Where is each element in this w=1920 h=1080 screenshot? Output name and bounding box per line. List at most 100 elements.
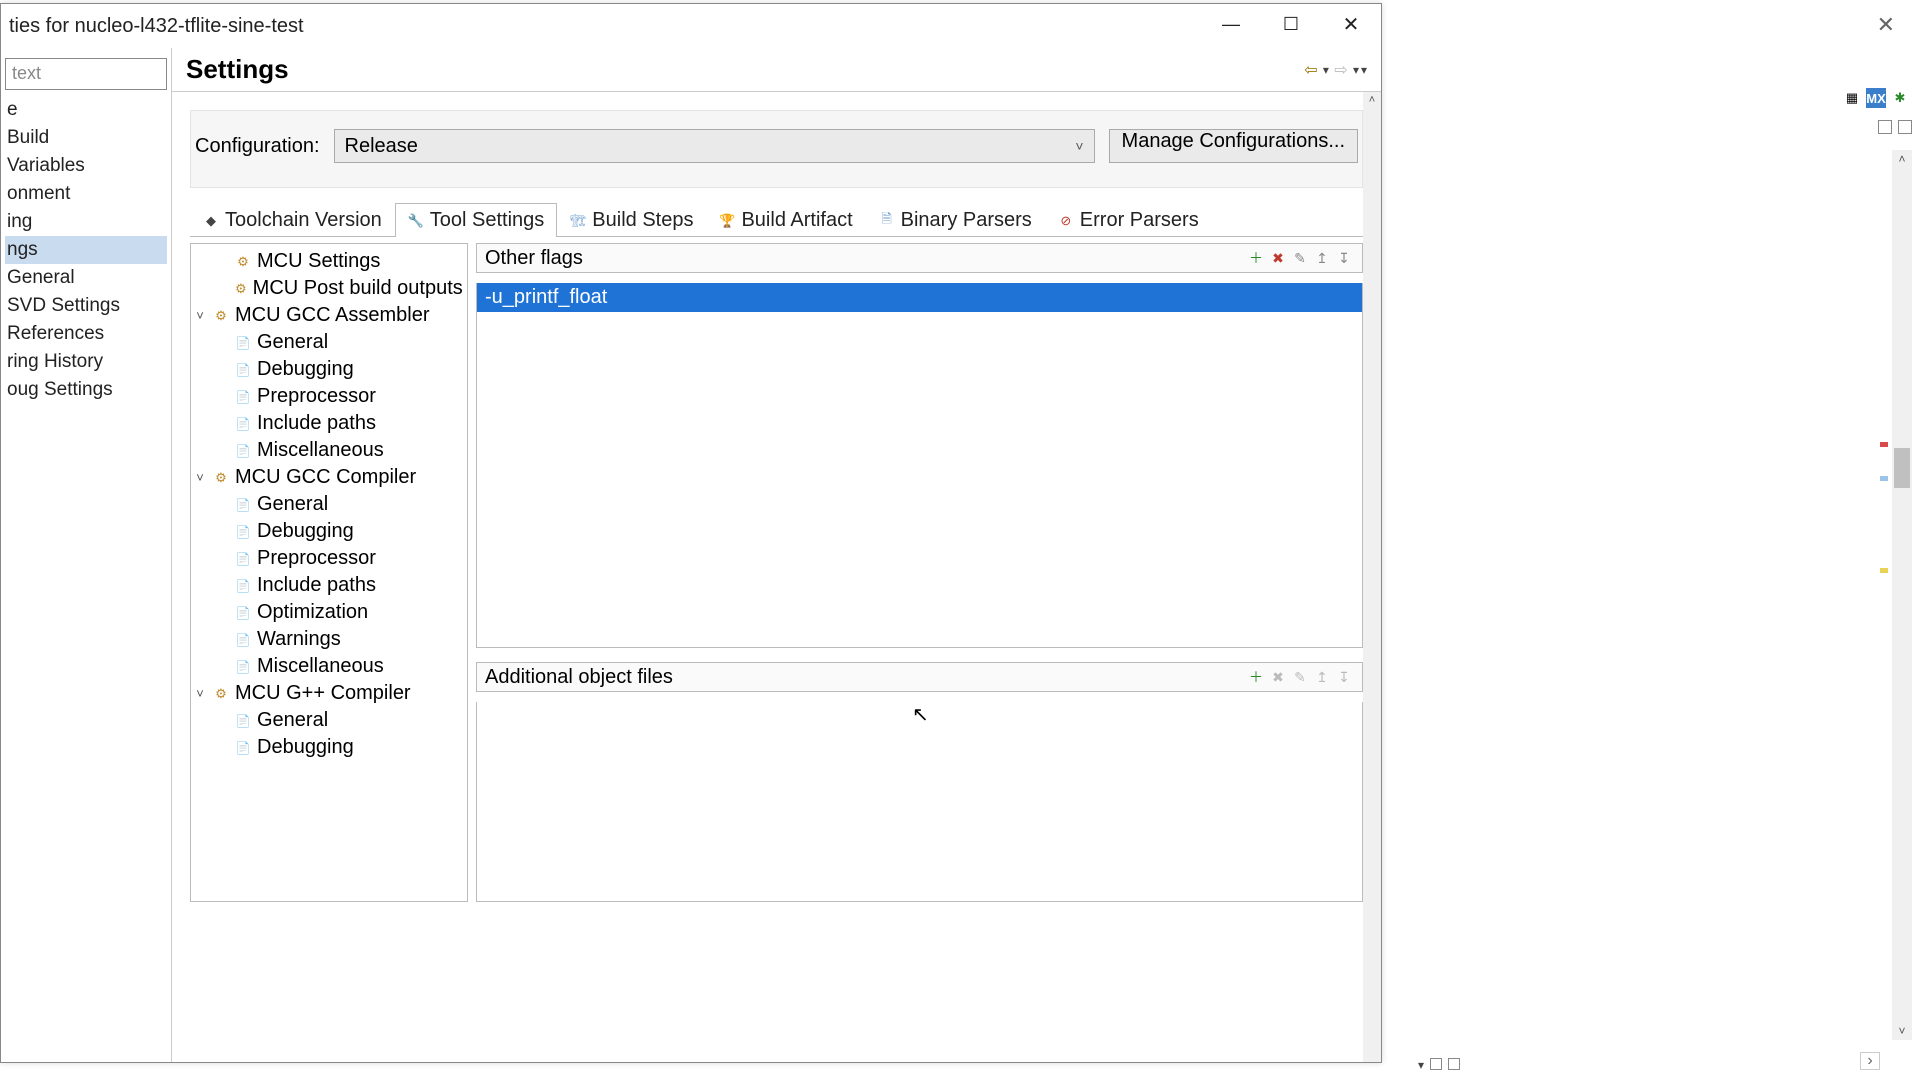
tab-build-artifact[interactable]: 🏆Build Artifact xyxy=(706,203,865,237)
page-icon xyxy=(235,605,251,621)
tree-item[interactable]: Miscellaneous xyxy=(191,653,467,680)
sidebar-item[interactable]: Build xyxy=(5,124,167,152)
addl-move-up-icon[interactable]: ↥ xyxy=(1312,667,1332,687)
tree-item[interactable]: General xyxy=(191,329,467,356)
sidebar-item[interactable]: oug Settings xyxy=(5,376,167,404)
sidebar-item[interactable]: onment xyxy=(5,180,167,208)
warn-marker-icon[interactable] xyxy=(1880,568,1888,573)
addl-add-entry-icon[interactable]: ＋ xyxy=(1246,667,1266,687)
page-icon xyxy=(235,497,251,513)
configuration-row: Configuration: Release ˅ Manage Configur… xyxy=(190,110,1363,188)
error-marker-icon[interactable] xyxy=(1880,442,1888,447)
page-icon xyxy=(235,443,251,459)
tree-item[interactable]: General xyxy=(191,707,467,734)
outer-close-icon[interactable]: ✕ xyxy=(1877,12,1895,38)
sidebar-item[interactable]: SVD Settings xyxy=(5,292,167,320)
tree-item[interactable]: MCU Settings xyxy=(191,248,467,275)
sidebar-item[interactable]: e xyxy=(5,96,167,124)
settings-tabs: ◆Toolchain Version🔧Tool Settings🏗Build S… xyxy=(190,202,1363,237)
tab-error-parsers[interactable]: ⊘Error Parsers xyxy=(1045,203,1212,237)
sidebar-item[interactable]: ring History xyxy=(5,348,167,376)
sidebar-item[interactable]: Variables xyxy=(5,152,167,180)
addl-edit-entry-icon[interactable]: ✎ xyxy=(1290,667,1310,687)
filter-input[interactable]: text xyxy=(5,58,167,90)
outer-vertical-scrollbar[interactable]: ˄ ˅ xyxy=(1892,150,1912,1040)
other-flags-list[interactable]: -u_printf_float xyxy=(476,283,1363,648)
delete-entry-icon[interactable]: ✖ xyxy=(1268,248,1288,268)
add-entry-icon[interactable]: ＋ xyxy=(1246,248,1266,268)
tree-item[interactable]: Preprocessor xyxy=(191,545,467,572)
window-maximize-button[interactable] xyxy=(1261,4,1321,44)
outer-scroll-right-icon[interactable]: › xyxy=(1860,1052,1880,1070)
nav-forward-menu-icon[interactable]: ▾ xyxy=(1353,63,1359,77)
nav-forward-icon[interactable]: ⇨ xyxy=(1331,60,1351,80)
sidebar-item[interactable]: ing xyxy=(5,208,167,236)
nav-back-menu-icon[interactable]: ▾ xyxy=(1323,63,1329,77)
move-down-icon[interactable]: ↧ xyxy=(1334,248,1354,268)
mx-icon[interactable]: MX xyxy=(1866,88,1886,108)
scroll-up-icon[interactable]: ˄ xyxy=(1892,150,1912,168)
scroll-down-icon[interactable]: ˅ xyxy=(1892,1022,1912,1040)
bug-icon[interactable]: ✱ xyxy=(1890,88,1910,108)
tab-binary-parsers[interactable]: 🗎Binary Parsers xyxy=(866,203,1045,237)
tree-item[interactable]: Include paths xyxy=(191,572,467,599)
statusbar-dropdown-icon[interactable]: ▾ xyxy=(1418,1058,1424,1072)
page-icon xyxy=(235,713,251,729)
sidebar-item[interactable]: References xyxy=(5,320,167,348)
addl-move-down-icon[interactable]: ↧ xyxy=(1334,667,1354,687)
tree-item[interactable]: Warnings xyxy=(191,626,467,653)
tool-tree[interactable]: MCU SettingsMCU Post build outputs˅MCU G… xyxy=(190,243,468,902)
addl-obj-title: Additional object files xyxy=(485,666,673,689)
list-item[interactable]: -u_printf_float xyxy=(477,283,1362,312)
move-up-icon[interactable]: ↥ xyxy=(1312,248,1332,268)
perspective-icon[interactable]: ▦ xyxy=(1842,88,1862,108)
tree-label: MCU GCC Compiler xyxy=(235,466,416,489)
tree-item[interactable]: ˅MCU GCC Assembler xyxy=(191,302,467,329)
tree-item[interactable]: Include paths xyxy=(191,410,467,437)
sidebar-item[interactable]: General xyxy=(5,264,167,292)
tree-item[interactable]: Optimization xyxy=(191,599,467,626)
info-marker-icon[interactable] xyxy=(1880,476,1888,481)
window-minimize-button[interactable] xyxy=(1201,4,1261,44)
addl-delete-entry-icon[interactable]: ✖ xyxy=(1268,667,1288,687)
edit-entry-icon[interactable]: ✎ xyxy=(1290,248,1310,268)
nav-back-icon[interactable]: ⇦ xyxy=(1301,60,1321,80)
tab-toolchain-version[interactable]: ◆Toolchain Version xyxy=(190,203,395,237)
sidebar-item[interactable]: ngs xyxy=(5,236,167,264)
tree-twisty-icon[interactable]: ˅ xyxy=(193,308,207,323)
tree-item[interactable]: General xyxy=(191,491,467,518)
tree-item[interactable]: ˅ MCU GCC Compiler xyxy=(191,464,467,491)
maximize-view-icon[interactable] xyxy=(1898,120,1912,134)
manage-configurations-button[interactable]: Manage Configurations... xyxy=(1109,129,1358,163)
statusbar-restore-icon[interactable] xyxy=(1430,1058,1442,1070)
tree-item[interactable]: Debugging xyxy=(191,518,467,545)
nav-view-menu-icon[interactable]: ▾ xyxy=(1361,63,1367,77)
scroll-track[interactable] xyxy=(1892,168,1912,1022)
window-close-button[interactable] xyxy=(1321,4,1381,44)
addl-obj-list[interactable] xyxy=(476,702,1363,902)
tree-twisty-icon[interactable]: ˅ xyxy=(193,470,207,485)
scroll-thumb[interactable] xyxy=(1894,448,1910,488)
tab-icon: ◆ xyxy=(203,213,219,229)
content-scroll-up-icon[interactable]: ˄ xyxy=(1363,92,1381,108)
tree-label: Miscellaneous xyxy=(257,439,384,462)
configuration-select[interactable]: Release ˅ xyxy=(334,129,1095,163)
tree-item[interactable]: ˅MCU G++ Compiler xyxy=(191,680,467,707)
tree-label: Optimization xyxy=(257,601,368,624)
dialog-titlebar[interactable]: ties for nucleo-l432-tflite-sine-test xyxy=(1,4,1381,48)
tree-item[interactable]: Debugging xyxy=(191,356,467,383)
tree-item[interactable]: Miscellaneous xyxy=(191,437,467,464)
tab-label: Tool Settings xyxy=(430,209,545,232)
minimize-view-icon[interactable] xyxy=(1878,120,1892,134)
tree-label: Include paths xyxy=(257,412,376,435)
tab-build-steps[interactable]: 🏗Build Steps xyxy=(557,203,706,237)
content-vertical-scrollbar[interactable]: ˄ xyxy=(1363,92,1381,1062)
tab-tool-settings[interactable]: 🔧Tool Settings xyxy=(395,203,558,237)
tree-twisty-icon[interactable]: ˅ xyxy=(193,686,207,701)
tree-item[interactable]: Preprocessor xyxy=(191,383,467,410)
tab-label: Error Parsers xyxy=(1080,209,1199,232)
tree-item[interactable]: MCU Post build outputs xyxy=(191,275,467,302)
properties-dialog: ties for nucleo-l432-tflite-sine-test te… xyxy=(0,3,1382,1063)
statusbar-maximize-icon[interactable] xyxy=(1448,1058,1460,1070)
tree-item[interactable]: Debugging xyxy=(191,734,467,761)
